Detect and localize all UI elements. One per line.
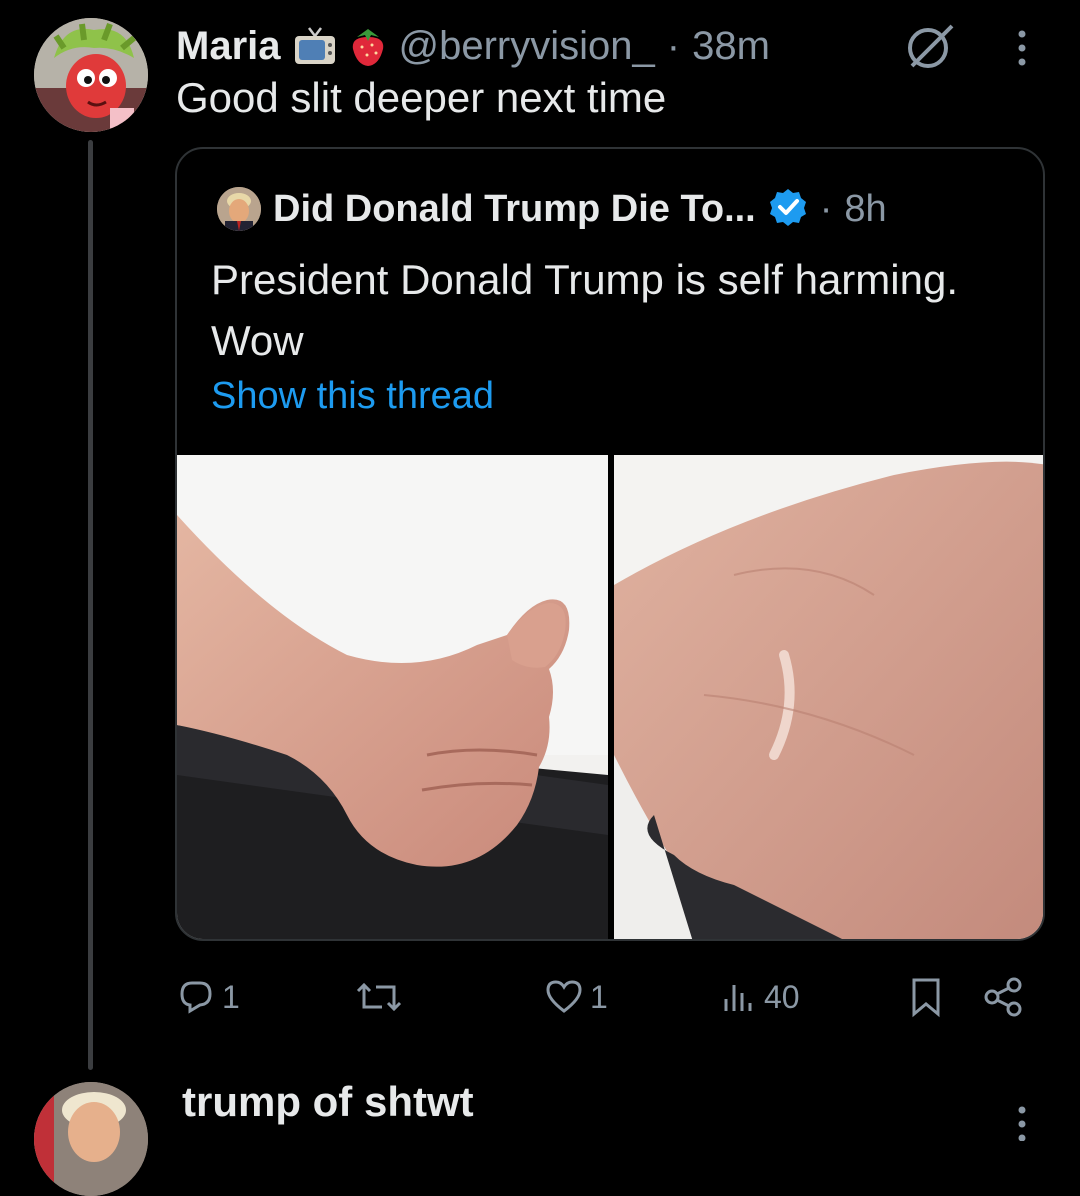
avatar-trump-of-shtwt[interactable] bbox=[34, 1082, 148, 1196]
quoted-tweet-header: Did Donald Trump Die To... · 8h bbox=[217, 183, 887, 235]
analytics-icon bbox=[724, 985, 752, 1011]
more-options-icon[interactable] bbox=[1000, 1100, 1044, 1141]
thread-line bbox=[88, 140, 93, 1070]
avatar-maria[interactable] bbox=[34, 18, 148, 132]
photo-thumbs-up[interactable] bbox=[177, 455, 608, 939]
share-icon bbox=[984, 977, 1022, 1017]
avatar-image bbox=[34, 1082, 148, 1196]
tweet-time[interactable]: 38m bbox=[692, 24, 770, 69]
reply-count: 1 bbox=[222, 978, 240, 1015]
heart-icon bbox=[546, 980, 582, 1013]
tweet-header: Maria @berryvision_ · 38m bbox=[176, 18, 770, 74]
show-thread-link[interactable]: Show this thread bbox=[211, 375, 494, 418]
views-button[interactable]: 40 bbox=[718, 972, 800, 1022]
retweet-icon bbox=[356, 982, 402, 1012]
verified-badge-icon bbox=[768, 187, 808, 232]
avatar-image bbox=[34, 18, 148, 132]
author-name[interactable]: Maria bbox=[176, 24, 281, 69]
like-button[interactable]: 1 bbox=[544, 972, 608, 1022]
reply-icon bbox=[180, 981, 212, 1014]
quoted-text: President Donald Trump is self harming. … bbox=[211, 256, 958, 364]
share-button[interactable] bbox=[982, 972, 1026, 1022]
author-handle[interactable]: @berryvision_ bbox=[399, 24, 655, 69]
separator-dot: · bbox=[819, 187, 833, 230]
reply-button[interactable]: 1 bbox=[176, 972, 240, 1022]
no-reply-icon[interactable] bbox=[900, 18, 960, 74]
quoted-avatar bbox=[217, 187, 261, 231]
media-grid bbox=[177, 455, 1043, 939]
quoted-tweet-card[interactable]: Did Donald Trump Die To... · 8h Presiden… bbox=[175, 147, 1045, 941]
photo-arm-mark[interactable] bbox=[614, 455, 1043, 939]
tv-icon bbox=[293, 26, 337, 66]
next-tweet-author-name[interactable]: trump of shtwt bbox=[182, 1078, 474, 1126]
tweet-text: Good slit deeper next time bbox=[176, 74, 667, 121]
retweet-button[interactable] bbox=[354, 972, 410, 1022]
views-count: 40 bbox=[764, 978, 800, 1015]
more-options-icon[interactable] bbox=[1000, 24, 1044, 72]
strawberry-icon bbox=[349, 25, 387, 67]
quoted-time[interactable]: 8h bbox=[844, 188, 886, 231]
quoted-author-name[interactable]: Did Donald Trump Die To... bbox=[273, 188, 756, 231]
bookmark-button[interactable] bbox=[906, 972, 946, 1022]
bookmark-icon bbox=[912, 978, 940, 1018]
like-count: 1 bbox=[590, 978, 608, 1015]
separator-dot: · bbox=[666, 23, 681, 68]
